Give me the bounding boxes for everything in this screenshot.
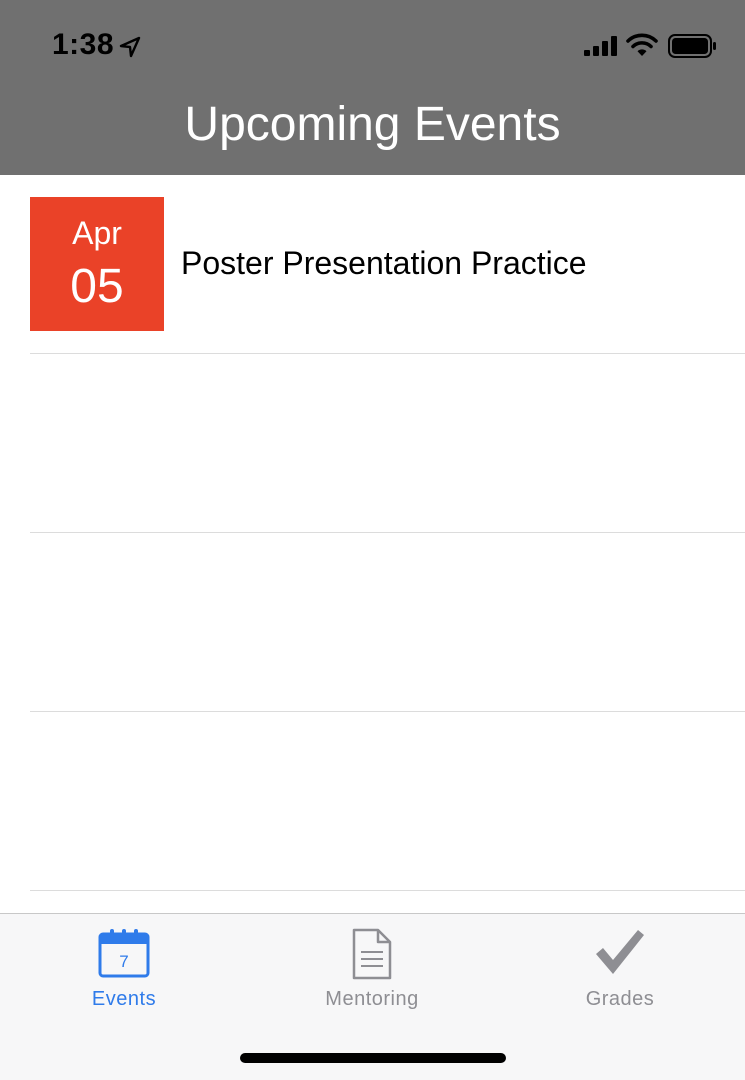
event-row[interactable]: Apr 05 Poster Presentation Practice [0,175,745,354]
tab-label: Mentoring [325,988,419,1010]
tab-label: Grades [585,988,655,1010]
tab-events[interactable]: 7 Events [0,914,248,1024]
events-screen: 1:38 Upcoming Events Apr 05 Poster Prese… [0,0,745,1080]
empty-row [0,354,745,533]
status-time: 1:38 [52,28,115,61]
date-month: Apr [72,215,122,251]
event-title: Poster Presentation Practice [181,245,587,281]
home-indicator[interactable] [240,1053,506,1063]
header: 1:38 Upcoming Events [0,0,745,175]
tab-mentoring[interactable]: Mentoring [248,914,496,1024]
signal-icon [584,36,617,56]
date-badge: Apr 05 [30,197,164,331]
events-list: Apr 05 Poster Presentation Practice [0,175,745,891]
empty-row [0,712,745,891]
location-arrow-icon [119,36,141,58]
date-day: 05 [70,260,124,313]
wifi-icon [626,33,658,56]
calendar-icon: 7 [98,929,150,978]
document-icon [352,928,392,980]
battery-icon [668,34,716,58]
calendar-icon-text: 7 [119,952,128,971]
page-title: Upcoming Events [184,98,561,151]
tab-grades[interactable]: Grades [496,914,744,1024]
checkmark-icon [596,930,644,974]
empty-row [0,533,745,712]
tab-label: Events [91,988,157,1010]
